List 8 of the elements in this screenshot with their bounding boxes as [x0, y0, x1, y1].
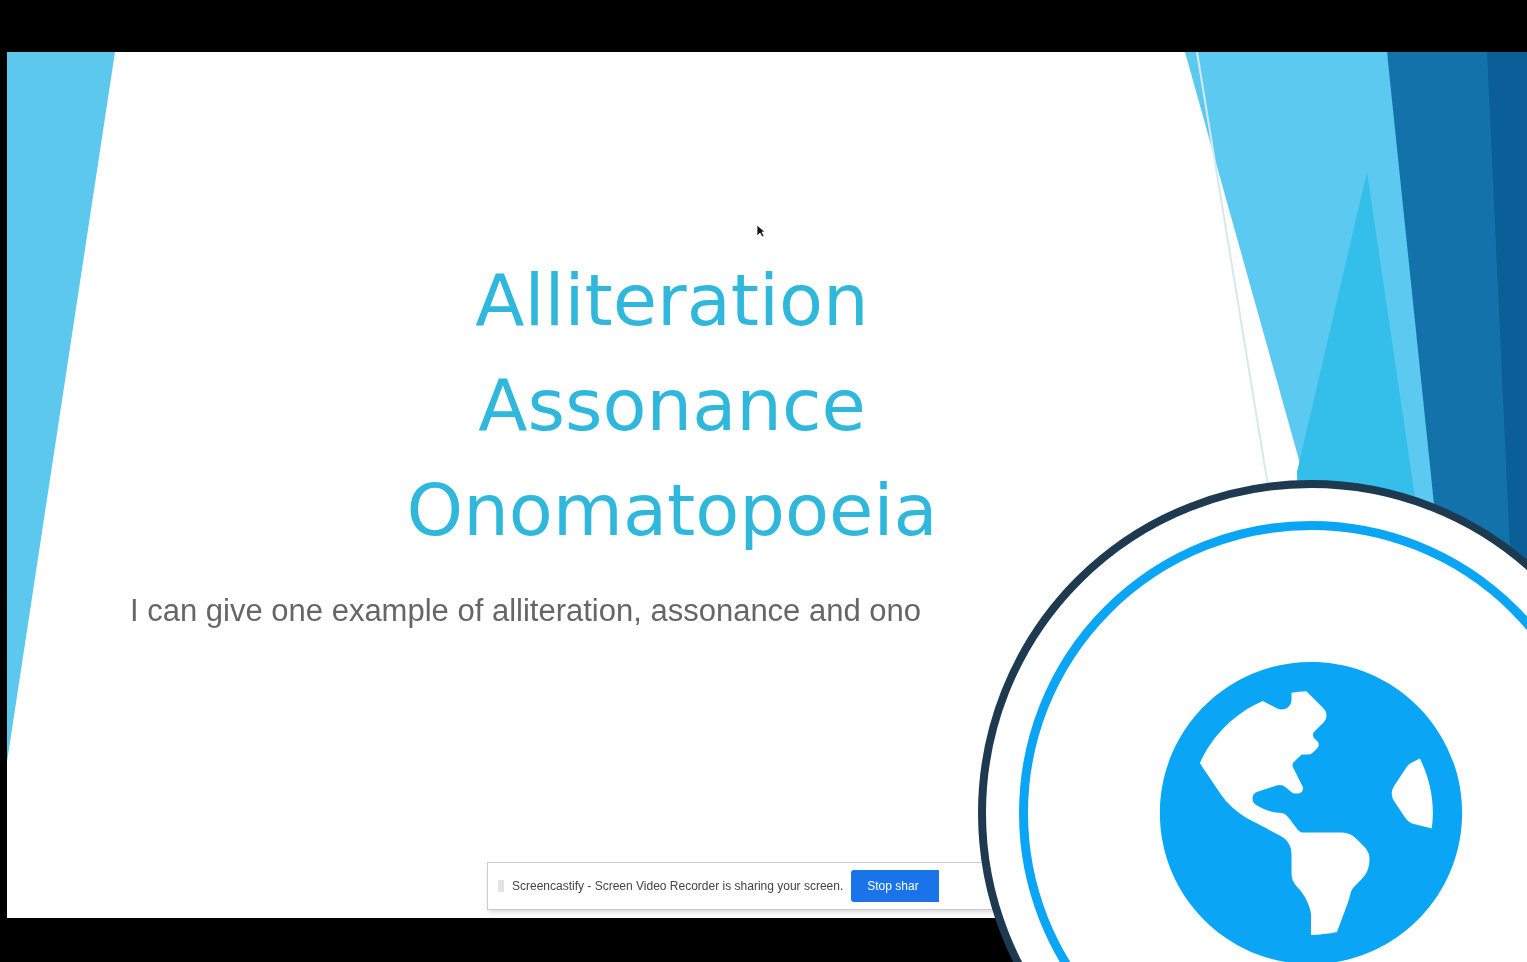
slide-subtitle: I can give one example of alliteration, assonance and ono: [130, 592, 922, 630]
grip-icon: [498, 880, 504, 892]
slide-title: Assonance: [478, 362, 866, 449]
stop-sharing-button[interactable]: Stop shar: [851, 870, 939, 902]
slide-title: Onomatopoeia: [406, 467, 938, 554]
slide-title: Alliteration: [475, 257, 869, 344]
sharing-message: Screencastify - Screen Video Recorder is sharing your screen.: [512, 878, 844, 895]
cursor-icon: [756, 224, 766, 238]
